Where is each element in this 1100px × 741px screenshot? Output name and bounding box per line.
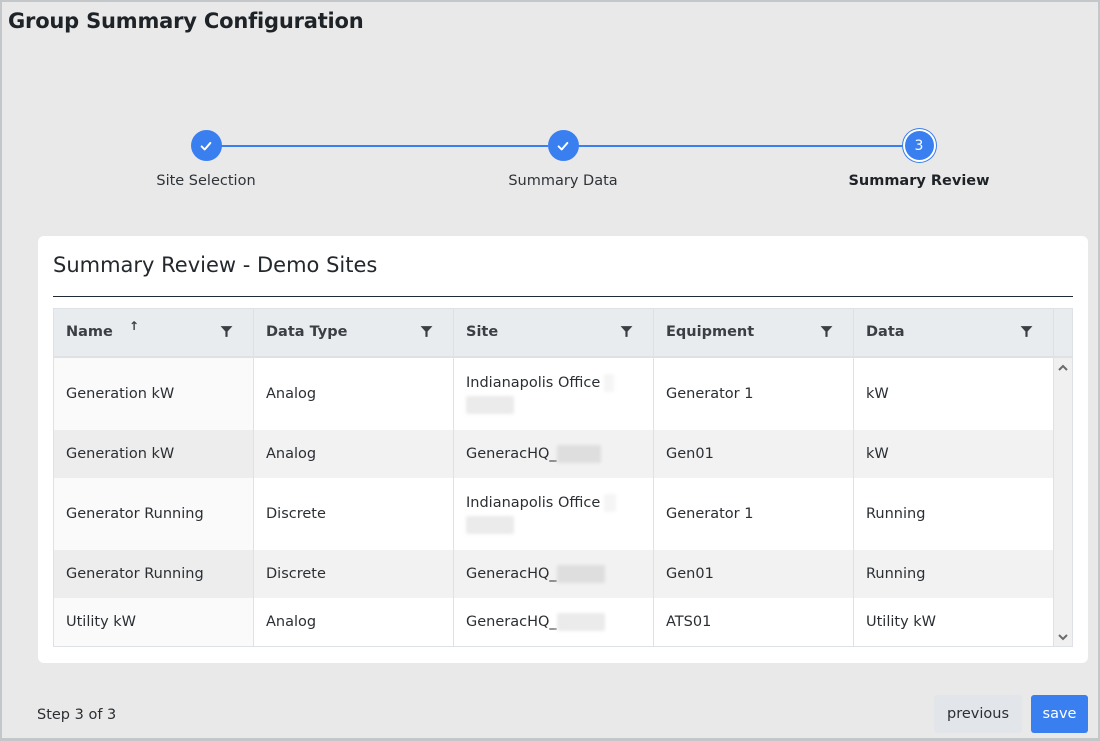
- cell-data-type: Analog: [254, 358, 454, 430]
- filter-icon[interactable]: [620, 325, 633, 338]
- table-row[interactable]: Generator Running Discrete Indianapolis …: [54, 478, 1054, 550]
- step-label: Summary Review: [848, 173, 990, 189]
- redacted-text: [466, 516, 514, 534]
- cell-equipment: ATS01: [654, 598, 854, 646]
- card-title: Summary Review - Demo Sites: [53, 253, 378, 277]
- redacted-text: [556, 565, 605, 583]
- table-row[interactable]: Generation kW Analog GeneracHQ_ Gen01 kW: [54, 430, 1054, 478]
- step-label: Summary Data: [508, 173, 618, 189]
- cell-equipment: Gen01: [654, 430, 854, 478]
- cell-equipment: Generator 1: [654, 478, 854, 550]
- site-name: Indianapolis Office: [466, 375, 601, 391]
- cell-site: GeneracHQ_: [454, 598, 654, 646]
- cell-name: Generation kW: [54, 430, 254, 478]
- grid-header: Name ↑ Data Type Site Equipment Data: [54, 309, 1072, 358]
- cell-site: GeneracHQ_: [454, 550, 654, 598]
- previous-button[interactable]: previous: [934, 695, 1022, 733]
- cell-equipment: Gen01: [654, 550, 854, 598]
- cell-data: Running: [854, 550, 1054, 598]
- step-complete-check: [547, 130, 579, 161]
- redacted-text: [556, 445, 601, 463]
- chevron-up-icon[interactable]: [1057, 362, 1069, 374]
- cell-name: Generation kW: [54, 358, 254, 430]
- check-icon: [200, 141, 212, 150]
- check-icon: [557, 141, 569, 150]
- vertical-scrollbar[interactable]: [1054, 358, 1072, 646]
- cell-name: Generator Running: [54, 478, 254, 550]
- grid-body: Generation kW Analog Indianapolis Office…: [54, 358, 1054, 646]
- site-name: GeneracHQ_: [466, 566, 557, 582]
- site-name: GeneracHQ_: [466, 446, 557, 462]
- cell-name: Utility kW: [54, 598, 254, 646]
- step-complete-check: [190, 130, 222, 161]
- column-header-label: Site: [466, 324, 499, 340]
- redacted-text: [604, 374, 615, 392]
- divider: [53, 296, 1073, 297]
- sort-ascending-icon: ↑: [129, 319, 140, 333]
- column-header-label: Data: [866, 324, 905, 340]
- scrollbar-header-spacer: [1054, 309, 1072, 356]
- save-button[interactable]: save: [1031, 695, 1088, 733]
- summary-grid: Name ↑ Data Type Site Equipment Data Gen…: [53, 308, 1073, 647]
- step-label: Site Selection: [156, 173, 256, 189]
- window-frame: Group Summary Configuration Site Selecti…: [0, 0, 1100, 741]
- filter-icon[interactable]: [820, 325, 833, 338]
- column-header-equipment[interactable]: Equipment: [654, 309, 854, 356]
- cell-equipment: Generator 1: [654, 358, 854, 430]
- cell-data-type: Discrete: [254, 550, 454, 598]
- cell-site: Indianapolis Office: [454, 358, 654, 430]
- table-row[interactable]: Utility kW Analog GeneracHQ_ ATS01 Utili…: [54, 598, 1054, 646]
- column-header-label: Data Type: [266, 324, 348, 340]
- step-summary-review[interactable]: 3 Summary Review: [819, 130, 1019, 189]
- cell-data: Running: [854, 478, 1054, 550]
- column-header-site[interactable]: Site: [454, 309, 654, 356]
- column-header-data-type[interactable]: Data Type: [254, 309, 454, 356]
- table-row[interactable]: Generator Running Discrete GeneracHQ_ Ge…: [54, 550, 1054, 598]
- cell-data: kW: [854, 358, 1054, 430]
- redacted-text: [604, 494, 617, 512]
- cell-data-type: Discrete: [254, 478, 454, 550]
- table-row[interactable]: Generation kW Analog Indianapolis Office…: [54, 358, 1054, 430]
- filter-icon[interactable]: [220, 325, 233, 338]
- cell-site: Indianapolis Office: [454, 478, 654, 550]
- site-name: GeneracHQ_: [466, 614, 557, 630]
- page-title: Group Summary Configuration: [8, 9, 364, 33]
- summary-review-card: Summary Review - Demo Sites Name ↑ Data …: [38, 236, 1088, 663]
- cell-site: GeneracHQ_: [454, 430, 654, 478]
- filter-icon[interactable]: [420, 325, 433, 338]
- step-number-badge: 3: [904, 131, 934, 160]
- cell-data-type: Analog: [254, 598, 454, 646]
- step-summary-data[interactable]: Summary Data: [463, 130, 663, 189]
- column-header-label: Equipment: [666, 324, 755, 340]
- cell-data-type: Analog: [254, 430, 454, 478]
- site-name: Indianapolis Office: [466, 495, 601, 511]
- cell-name: Generator Running: [54, 550, 254, 598]
- column-header-name[interactable]: Name ↑: [54, 309, 254, 356]
- redacted-text: [466, 396, 514, 414]
- chevron-down-icon[interactable]: [1057, 631, 1069, 643]
- column-header-data[interactable]: Data: [854, 309, 1054, 356]
- cell-data: kW: [854, 430, 1054, 478]
- step-site-selection[interactable]: Site Selection: [106, 130, 306, 189]
- cell-data: Utility kW: [854, 598, 1054, 646]
- column-header-label: Name: [66, 324, 113, 340]
- redacted-text: [556, 613, 605, 631]
- filter-icon[interactable]: [1020, 325, 1033, 338]
- step-counter: Step 3 of 3: [37, 707, 117, 723]
